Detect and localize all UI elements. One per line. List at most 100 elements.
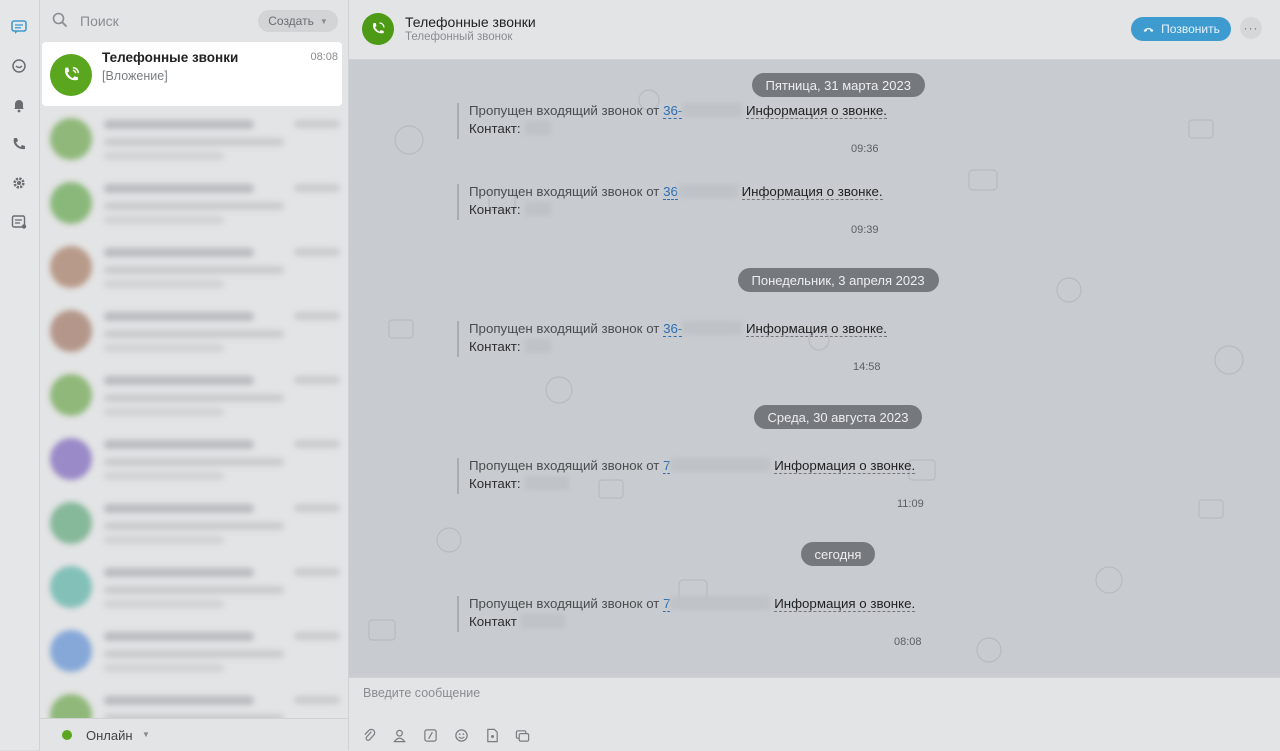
- chat-list-item[interactable]: [48, 430, 340, 486]
- call-button[interactable]: Позвонить: [1131, 17, 1231, 41]
- phone-number-link[interactable]: 7: [663, 596, 671, 612]
- chat-item-active[interactable]: Телефонные звонки [Вложение] 08:08: [42, 42, 342, 106]
- blurred-text: [104, 330, 284, 338]
- avatar: [50, 310, 92, 352]
- blurred-text: [294, 568, 340, 576]
- status-selector[interactable]: Онлайн ▼: [40, 718, 348, 751]
- message-text: Пропущен входящий звонок от: [469, 596, 664, 611]
- avatar: [362, 13, 394, 45]
- blurred-text: [104, 216, 224, 224]
- document-icon[interactable]: [484, 727, 500, 743]
- smile-icon[interactable]: [453, 727, 469, 743]
- blurred-text: [294, 312, 340, 320]
- redacted-contact: [524, 202, 551, 216]
- blurred-text: [104, 504, 254, 513]
- phone-number-link[interactable]: 36-: [663, 103, 683, 119]
- blurred-text: [294, 120, 340, 128]
- more-options-button[interactable]: ···: [1240, 17, 1262, 39]
- attach-icon[interactable]: [361, 727, 377, 743]
- blurred-text: [104, 472, 224, 480]
- avatar: [50, 118, 92, 160]
- call-info-link[interactable]: Информация о звонке.: [741, 184, 883, 200]
- contact-label: Контакт:: [469, 339, 521, 354]
- contact-icon[interactable]: [391, 727, 407, 743]
- chat-list-item[interactable]: [48, 494, 340, 550]
- avatar: [50, 246, 92, 288]
- avatar: [50, 502, 92, 544]
- phone-number-link[interactable]: 36-: [663, 321, 683, 337]
- call-info-link[interactable]: Информация о звонке.: [774, 596, 916, 612]
- missed-call-message: Пропущен входящий звонок от 7 Информация…: [457, 458, 916, 494]
- create-button[interactable]: Создать ▼: [258, 10, 338, 32]
- blurred-text: [104, 138, 284, 146]
- message-text: Пропущен входящий звонок от: [469, 184, 664, 199]
- message-line: Пропущен входящий звонок от 36- Информац…: [469, 321, 888, 339]
- call-info-link[interactable]: Информация о звонке.: [746, 103, 888, 119]
- avatar: [50, 566, 92, 608]
- blurred-text: [104, 202, 284, 210]
- call-button-label: Позвонить: [1161, 22, 1220, 36]
- contact-label: Контакт:: [469, 202, 521, 217]
- nav-rail: [0, 0, 40, 750]
- blurred-text: [294, 184, 340, 192]
- phone-icon[interactable]: [10, 135, 28, 153]
- chat-list-item[interactable]: [48, 558, 340, 614]
- contact-label: Контакт:: [469, 121, 521, 136]
- contact-label: Контакт:: [469, 476, 521, 491]
- chat-item-preview: [Вложение]: [102, 69, 168, 83]
- call-info-link[interactable]: Информация о звонке.: [746, 321, 888, 337]
- command-icon[interactable]: [422, 727, 438, 743]
- chat-list-item[interactable]: [48, 174, 340, 230]
- message-line: Контакт:: [469, 121, 887, 139]
- message-input[interactable]: Введите сообщение: [363, 686, 480, 700]
- blurred-text: [294, 696, 340, 704]
- blurred-text: [104, 120, 254, 129]
- blurred-text: [104, 650, 284, 658]
- settings-icon[interactable]: [10, 174, 28, 192]
- blurred-text: [104, 280, 224, 288]
- blurred-text: [104, 394, 284, 402]
- chat-panel: Телефонные звонки Телефонный звонок Позв…: [349, 0, 1280, 751]
- chat-list-item[interactable]: [48, 366, 340, 422]
- blurred-text: [104, 522, 284, 530]
- phone-number-link[interactable]: 7: [663, 458, 671, 474]
- blurred-text: [104, 458, 284, 466]
- call-info-link[interactable]: Информация о звонке.: [774, 458, 916, 474]
- blurred-text: [104, 312, 254, 321]
- chat-list-item[interactable]: [48, 302, 340, 358]
- screen-share-icon[interactable]: [514, 727, 530, 743]
- avatar: [50, 374, 92, 416]
- blurred-text: [104, 266, 284, 274]
- blurred-text: [294, 440, 340, 448]
- blurred-text: [104, 632, 254, 641]
- avatar: [50, 630, 92, 672]
- chat-list-panel: Поиск Создать ▼ Телефонные звонки [Вложе…: [40, 0, 349, 751]
- missed-call-message: Пропущен входящий звонок от 7 Информация…: [457, 596, 916, 632]
- phone-number-link[interactable]: 36: [663, 184, 678, 200]
- blurred-text: [294, 504, 340, 512]
- blurred-text: [104, 536, 224, 544]
- redacted-contact: [524, 476, 569, 490]
- chat-item-time: 08:08: [310, 51, 338, 63]
- search-input[interactable]: Поиск: [80, 13, 119, 29]
- redacted-contact: [524, 121, 551, 135]
- chat-list-item[interactable]: [48, 622, 340, 678]
- blurred-text: [104, 568, 254, 577]
- search-icon: [52, 12, 68, 28]
- chats-icon[interactable]: [10, 18, 28, 36]
- missed-call-message: Пропущен входящий звонок от 36- Информац…: [457, 103, 888, 139]
- chat-list-item[interactable]: [48, 110, 340, 166]
- open-lines-icon[interactable]: [10, 57, 28, 75]
- chat-header: Телефонные звонки Телефонный звонок Позв…: [349, 0, 1280, 60]
- message-history[interactable]: Пятница, 31 марта 2023 Понедельник, 3 апр…: [349, 60, 1280, 677]
- chat-list-item[interactable]: [48, 238, 340, 294]
- notifications-icon[interactable]: [10, 96, 28, 114]
- create-button-label: Создать: [268, 14, 314, 28]
- phone-call-icon: [64, 66, 80, 81]
- message-line: Контакт: [469, 614, 915, 632]
- blurred-text: [104, 600, 224, 608]
- date-separator: Среда, 30 августа 2023: [753, 405, 923, 429]
- background-pattern: [368, 89, 1244, 663]
- message-time: 09:36: [851, 143, 879, 155]
- tasks-icon[interactable]: [10, 213, 28, 231]
